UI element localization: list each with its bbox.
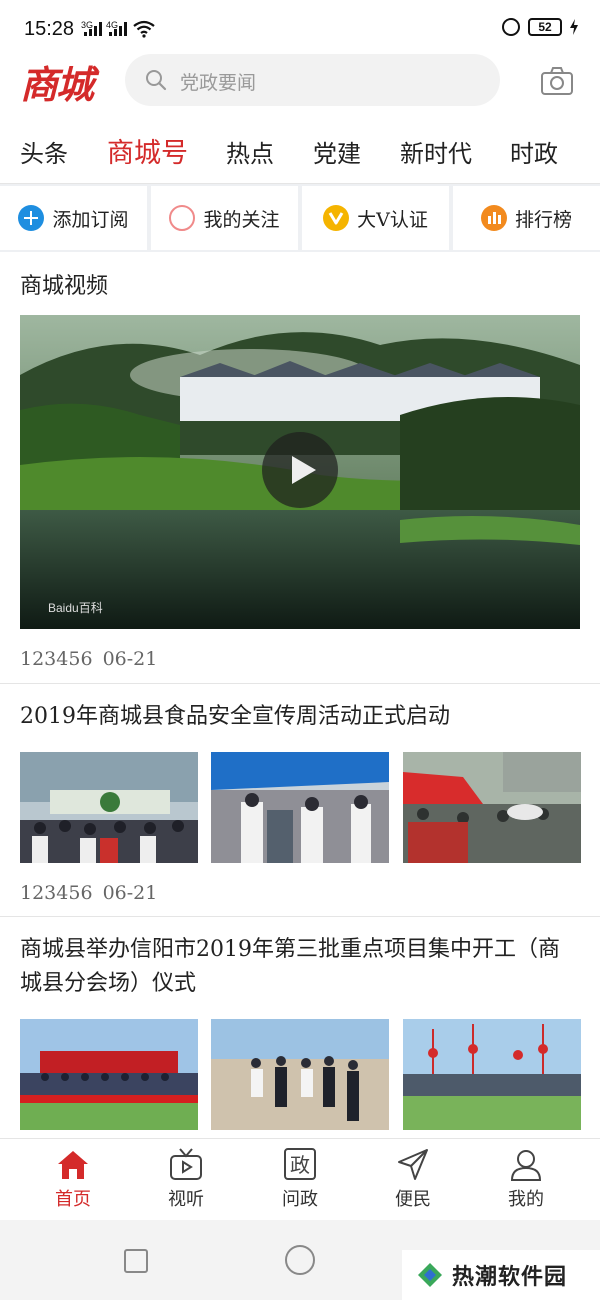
- article-image[interactable]: [403, 1019, 581, 1130]
- article-title[interactable]: 商城县举办信阳市2019年第三批重点项目集中开工（商城县分会场）仪式: [20, 933, 580, 1001]
- video-source: 123456: [20, 648, 93, 670]
- bottom-nav: 首页 视听 政 问政 便民 我的: [0, 1138, 600, 1220]
- plus-circle-icon: [18, 205, 45, 231]
- status-bar: 15:28 3G 4G 52: [0, 0, 600, 52]
- nav-ask-government-label: 问政: [282, 1189, 318, 1210]
- v-badge-icon: [323, 205, 350, 231]
- app-logo: 商城: [20, 62, 94, 107]
- divider: [0, 916, 600, 917]
- home-button[interactable]: [285, 1245, 315, 1275]
- send-icon: [398, 1149, 428, 1180]
- question-gov-icon: 政: [284, 1148, 316, 1180]
- nav-services-label: 便民: [395, 1189, 431, 1210]
- leaderboard-label: 排行榜: [514, 208, 572, 231]
- nav-watch[interactable]: 视听: [146, 1147, 226, 1213]
- tab-shangcheng-hao[interactable]: 商城号: [107, 131, 188, 170]
- nav-home[interactable]: 首页: [33, 1147, 113, 1213]
- svg-text:政: 政: [290, 1153, 310, 1177]
- add-subscription-button[interactable]: 添加订阅: [0, 186, 147, 250]
- article-image[interactable]: [20, 1019, 198, 1130]
- watermark-text: 热潮软件园: [452, 1264, 568, 1289]
- cell-signal-icon: [84, 22, 102, 36]
- search-placeholder: 党政要闻: [180, 72, 257, 94]
- ring-icon: [169, 205, 196, 231]
- verified-v-label: 大V认证: [357, 208, 428, 231]
- nav-profile[interactable]: 我的: [486, 1147, 566, 1213]
- my-follows-label: 我的关注: [203, 208, 280, 231]
- article-source: 123456: [20, 882, 93, 904]
- cell-signal-icon: [109, 22, 127, 36]
- nav-watch-label: 视听: [168, 1189, 204, 1210]
- article-image[interactable]: [211, 1019, 389, 1130]
- watermark-logo-icon: [418, 1263, 442, 1287]
- divider: [0, 683, 600, 684]
- tab-current-affairs[interactable]: 时政: [510, 134, 558, 169]
- search-icon: [146, 70, 167, 91]
- article-meta: 123456 06-21: [20, 882, 157, 904]
- user-icon: [510, 1150, 542, 1181]
- video-section-title: 商城视频: [20, 274, 109, 299]
- play-button[interactable]: [262, 432, 338, 508]
- charging-icon: [570, 19, 578, 35]
- nav-ask-government[interactable]: 政 问政: [260, 1147, 340, 1213]
- add-subscription-label: 添加订阅: [52, 208, 129, 231]
- search-bar[interactable]: 党政要闻: [125, 54, 500, 106]
- wifi-icon: [133, 20, 155, 38]
- status-time: 15:28: [24, 18, 75, 40]
- status-right: 52: [502, 18, 578, 36]
- my-follows-button[interactable]: 我的关注: [151, 186, 298, 250]
- nav-profile-label: 我的: [508, 1189, 544, 1210]
- verified-v-button[interactable]: 大V认证: [302, 186, 449, 250]
- baidu-watermark: Baidu百科: [48, 601, 103, 615]
- channel-tabs: 头条 商城号 热点 党建 新时代 时政: [0, 118, 600, 184]
- video-thumbnail[interactable]: Baidu百科: [20, 315, 580, 629]
- article-title[interactable]: 2019年商城县食品安全宣传周活动正式启动: [20, 700, 580, 734]
- article-date: 06-21: [102, 882, 158, 904]
- nav-services[interactable]: 便民: [373, 1147, 453, 1213]
- rotation-lock-icon: [502, 18, 520, 36]
- video-date: 06-21: [102, 648, 158, 670]
- leaderboard-button[interactable]: 排行榜: [453, 186, 600, 250]
- video-meta: 123456 06-21: [20, 648, 157, 670]
- article-image[interactable]: [211, 752, 389, 863]
- camera-icon[interactable]: [541, 66, 573, 96]
- article-image[interactable]: [403, 752, 581, 863]
- tab-hot[interactable]: 热点: [226, 134, 274, 169]
- nav-home-label: 首页: [55, 1189, 91, 1210]
- recent-apps-button[interactable]: [124, 1249, 148, 1273]
- home-icon: [58, 1151, 88, 1179]
- site-watermark: 热潮软件园: [402, 1250, 600, 1300]
- article-image[interactable]: [20, 752, 198, 863]
- bar-chart-icon: [480, 205, 507, 231]
- app-header: 商城 党政要闻: [0, 52, 600, 114]
- tab-party-building[interactable]: 党建: [313, 134, 361, 169]
- tab-new-era[interactable]: 新时代: [400, 134, 472, 169]
- battery-indicator: 52: [528, 18, 562, 36]
- tv-icon: [170, 1148, 202, 1180]
- tab-headlines[interactable]: 头条: [20, 134, 68, 169]
- quick-actions: 添加订阅 我的关注 大V认证 排行榜: [0, 184, 600, 252]
